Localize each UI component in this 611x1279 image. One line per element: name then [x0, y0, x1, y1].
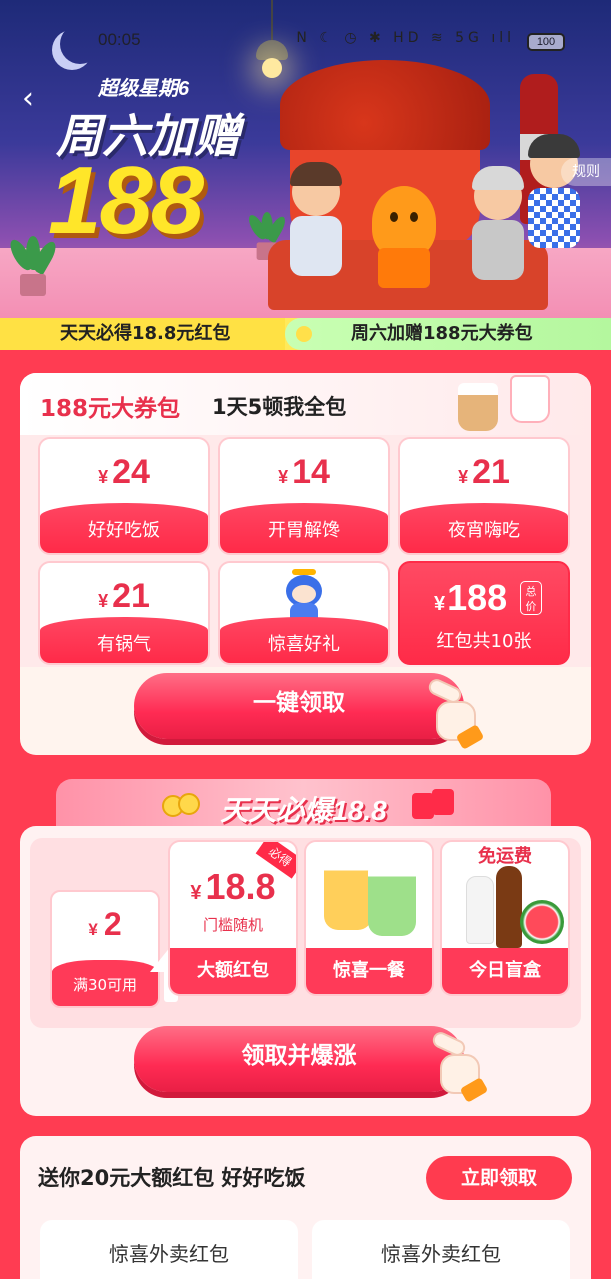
bonus-title: 送你20元大额红包 好好吃饭	[38, 1166, 306, 1190]
ribbon-daily-label: 天天必得18.8元红包	[0, 318, 285, 350]
claim-now-button[interactable]: 立即领取	[426, 1156, 572, 1200]
option-surprise-meal[interactable]: 惊喜一餐	[304, 840, 434, 996]
mascot-icon	[372, 186, 436, 288]
character-girl-icon	[286, 162, 346, 298]
hero-ribbon: 天天必得18.8元红包 周六加赠188元大券包	[0, 318, 611, 350]
option-note: 门槛随机	[202, 916, 263, 934]
daily-card: ¥2 满30可用 ¥18.8 门槛随机 必得 大额红包 惊喜一餐 免运费 今日盲…	[20, 826, 591, 1116]
option-label: 今日盲盒	[442, 948, 568, 994]
coupon-amount: 24	[112, 453, 150, 491]
free-shipping-label: 免运费	[478, 846, 532, 867]
daily-options: ¥2 满30可用 ¥18.8 门槛随机 必得 大额红包 惊喜一餐 免运费 今日盲…	[30, 838, 581, 1028]
ribbon-saturday-label: 周六加赠188元大券包	[285, 318, 611, 350]
bonus-card: 送你20元大额红包 好好吃饭 立即领取 惊喜外卖红包 20 惊喜外卖红包 15	[20, 1136, 591, 1279]
milk-tea-icon	[450, 375, 570, 433]
hero-amount: 188	[48, 147, 204, 254]
bonus-coupon-label: 惊喜外卖红包	[381, 1242, 501, 1266]
coupon-amount: 14	[292, 453, 330, 491]
bundle-card: 188元大券包 1天5顿我全包 ¥24 好好吃饭 ¥14 开胃解馋 ¥21 夜宵…	[20, 373, 591, 755]
bundle-tiles: ¥24 好好吃饭 ¥14 开胃解馋 ¥21 夜宵嗨吃 ¥21 有锅气 惊喜好礼 …	[20, 435, 591, 667]
option-mystery-box[interactable]: 免运费 今日盲盒	[440, 840, 570, 996]
hero-banner: 00:05 N ☾ ◷ ✱ HD ≋ 5G ıll 100 ‹ 超级星期6 周六…	[0, 0, 611, 318]
coupon-tile[interactable]: ¥24 好好吃饭	[38, 437, 210, 555]
coupon-label: 惊喜好礼	[220, 617, 388, 663]
gift-tile[interactable]: 惊喜好礼	[218, 561, 390, 665]
option-big-red-packet[interactable]: ¥18.8 门槛随机 必得 大额红包	[168, 840, 298, 996]
bonus-coupon-amount: 15	[312, 1274, 570, 1279]
bundle-header: 188元大券包 1天5顿我全包	[20, 373, 591, 435]
bundle-subtitle: 1天5顿我全包	[212, 395, 347, 419]
claim-all-button[interactable]: 一键领取	[134, 673, 464, 739]
hero-subtitle: 超级星期6	[98, 78, 190, 100]
watermelon-icon	[520, 900, 564, 944]
total-amount: 188	[447, 577, 508, 618]
coupon-amount: 2	[103, 906, 122, 942]
status-bar: 00:05 N ☾ ◷ ✱ HD ≋ 5G ıll 100	[0, 28, 611, 54]
claim-boost-button[interactable]: 领取并爆涨	[134, 1026, 464, 1092]
coupon-label: 夜宵嗨吃	[400, 503, 568, 553]
coupon-tile[interactable]: ¥21 夜宵嗨吃	[398, 437, 570, 555]
coupon-amount: 21	[112, 577, 150, 615]
gift-icon	[412, 789, 458, 823]
status-time: 00:05	[98, 30, 141, 49]
beer-bottle-icon	[496, 866, 522, 948]
coupon-label: 好好吃饭	[40, 503, 208, 553]
bonus-coupon-label: 惊喜外卖红包	[109, 1242, 229, 1266]
bonus-coupon-amount: 20	[40, 1274, 298, 1279]
option-amount: 18.8	[205, 866, 276, 907]
bonus-coupon[interactable]: 惊喜外卖红包 15	[312, 1220, 570, 1279]
total-subtitle: 红包共10张	[436, 631, 532, 652]
coupon-condition: 满30可用	[52, 960, 158, 1006]
rules-button[interactable]: 规则	[561, 158, 611, 186]
hand-pointer-icon	[426, 676, 485, 750]
back-chevron-icon[interactable]: ‹	[22, 84, 46, 114]
coupon-label: 有锅气	[40, 617, 208, 663]
bundle-title: 188元大券包	[40, 396, 181, 422]
bonus-coupon[interactable]: 惊喜外卖红包 20	[40, 1220, 298, 1279]
coupon-tile[interactable]: ¥21 有锅气	[38, 561, 210, 665]
current-coupon: ¥2 满30可用	[50, 890, 160, 1008]
drink-icon	[324, 860, 372, 930]
coupon-label: 开胃解馋	[220, 503, 388, 553]
hand-pointer-icon	[430, 1029, 489, 1103]
drink-icon	[368, 866, 416, 936]
total-tag: 总价	[520, 581, 542, 615]
ribbon-dot-icon	[296, 326, 312, 342]
milk-bottle-icon	[466, 876, 494, 944]
character-boy-icon	[468, 166, 528, 302]
option-label: 惊喜一餐	[306, 948, 432, 994]
coupon-tile[interactable]: ¥14 开胃解馋	[218, 437, 390, 555]
coupon-amount: 21	[472, 453, 510, 491]
total-tile: ¥188 总价 红包共10张	[398, 561, 570, 665]
battery-icon: 100	[527, 33, 565, 51]
daily-title: 天天必爆18.8	[220, 795, 387, 826]
status-icons: N ☾ ◷ ✱ HD ≋ 5G ıll	[296, 30, 515, 46]
option-label: 大额红包	[170, 948, 296, 994]
